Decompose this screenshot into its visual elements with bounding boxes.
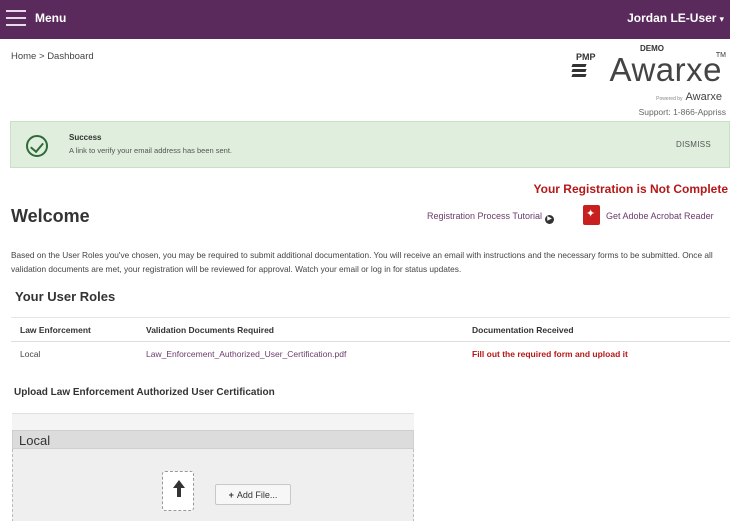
arrow-right-circle-icon: ▶ xyxy=(545,215,555,224)
role-cell: Local xyxy=(20,348,41,359)
document-link[interactable]: Law_Enforcement_Authorized_User_Certific… xyxy=(137,342,463,366)
logo-brand: Awarxe xyxy=(609,51,722,88)
breadcrumb-home-link[interactable]: Home xyxy=(11,51,36,62)
user-roles-table: Law Enforcement Validation Documents Req… xyxy=(11,317,730,366)
table-header-row: Law Enforcement Validation Documents Req… xyxy=(11,317,730,342)
page-title: Welcome xyxy=(11,206,90,226)
file-dropzone[interactable]: + Add File... xyxy=(12,449,414,521)
upload-heading: Upload Law Enforcement Authorized User C… xyxy=(14,387,275,398)
received-status: Fill out the required form and upload it xyxy=(472,348,628,359)
chevron-down-icon: ▾ xyxy=(719,14,724,24)
awarxe-logo: PMP DEMO Awarxe TM Powered by Awarxe Supp… xyxy=(556,44,726,124)
success-alert: Success A link to verify your email addr… xyxy=(10,121,730,168)
logo-tm: TM xyxy=(715,52,726,59)
check-circle-icon xyxy=(26,135,48,157)
adobe-reader-link[interactable]: Get Adobe Acrobat Reader xyxy=(606,211,714,221)
plus-icon: + xyxy=(228,489,234,500)
intro-text: Based on the User Roles you've chosen, y… xyxy=(11,250,713,274)
menu-button[interactable]: Menu xyxy=(35,11,66,25)
breadcrumb-current: Dashboard xyxy=(47,51,94,62)
table-row: Local Law_Enforcement_Authorized_User_Ce… xyxy=(11,342,730,366)
upload-panel-title: Local xyxy=(12,430,414,449)
powered-by-label: Powered by xyxy=(656,96,683,102)
tutorial-link[interactable]: Registration Process Tutorial ▶ xyxy=(427,211,555,224)
powered-by-brand: Awarxe xyxy=(685,91,722,103)
adobe-pdf-icon[interactable] xyxy=(583,205,600,225)
dismiss-button[interactable]: DISMISS xyxy=(676,140,711,149)
user-menu-dropdown[interactable]: Jordan LE-User ▾ xyxy=(627,11,724,25)
powered-by: Powered by Awarxe xyxy=(656,91,722,103)
column-header-role: Law Enforcement xyxy=(11,317,137,342)
logo-mark-icon xyxy=(571,64,587,80)
file-upload-icon xyxy=(162,471,194,511)
breadcrumb: Home > Dashboard xyxy=(11,51,94,62)
column-header-documents: Validation Documents Required xyxy=(137,317,463,342)
support-phone: Support: 1-866-Appriss xyxy=(638,107,726,117)
user-roles-heading: Your User Roles xyxy=(15,289,116,304)
column-header-received: Documentation Received xyxy=(463,317,730,342)
tutorial-link-label: Registration Process Tutorial xyxy=(427,211,543,221)
add-file-label: Add File... xyxy=(236,489,278,500)
top-nav-bar: Menu Jordan LE-User ▾ xyxy=(0,0,730,39)
add-file-button[interactable]: + Add File... xyxy=(215,484,291,505)
user-name: Jordan LE-User xyxy=(627,11,717,25)
logo-pmp-label: PMP xyxy=(576,52,596,62)
registration-status: Your Registration is Not Complete xyxy=(533,182,728,196)
upload-panel: Local + Add File... xyxy=(12,413,414,521)
alert-message: A link to verify your email address has … xyxy=(69,146,233,155)
breadcrumb-separator: > xyxy=(38,51,45,62)
hamburger-menu-icon[interactable] xyxy=(6,10,26,26)
alert-title: Success xyxy=(69,133,102,142)
